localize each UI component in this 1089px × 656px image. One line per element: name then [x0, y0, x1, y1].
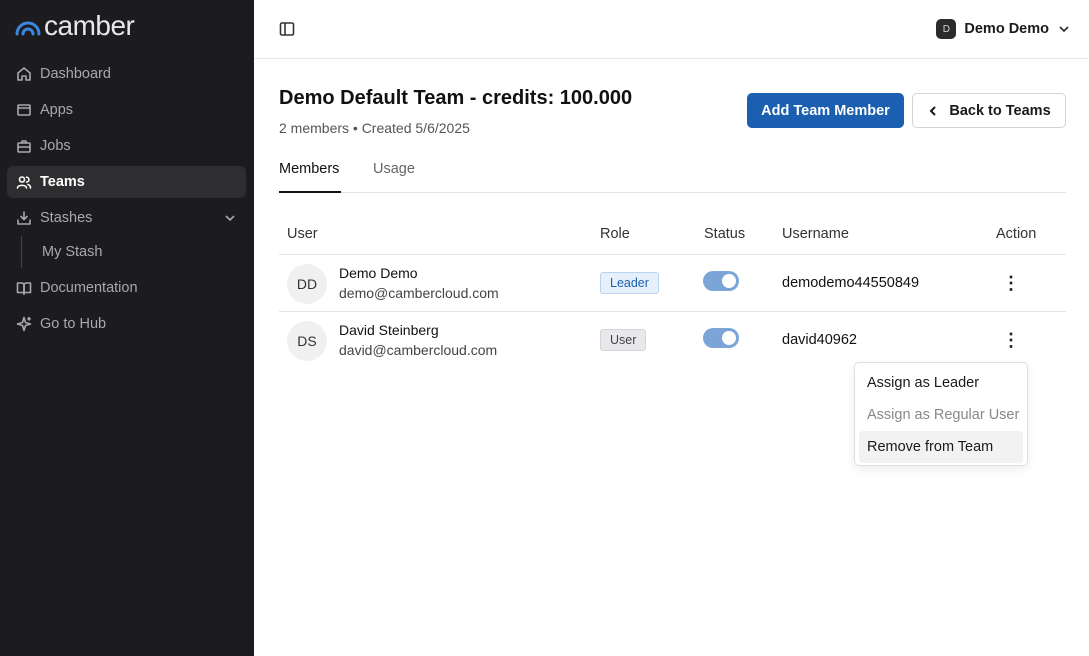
page-title: Demo Default Team - credits: 100.000: [279, 87, 633, 109]
column-header-role[interactable]: Role: [600, 226, 630, 242]
members-table: User Role Status Username Action DD Demo…: [279, 221, 1066, 369]
role-badge: Leader: [600, 272, 659, 294]
chevron-down-icon: [1057, 22, 1071, 36]
sidebar-item-apps[interactable]: Apps: [7, 94, 246, 126]
sidebar-item-label: Apps: [40, 102, 74, 118]
chevron-left-icon: [929, 105, 937, 116]
camber-logo-icon: [15, 21, 41, 36]
more-actions-icon[interactable]: ⋮: [1001, 330, 1021, 350]
sidebar-subitem-my-stash[interactable]: My Stash: [21, 236, 246, 268]
avatar: DD: [287, 264, 327, 304]
action-menu: Assign as Leader Assign as Regular User …: [854, 362, 1028, 466]
tab-bar: Members Usage: [279, 157, 1066, 193]
role-badge: User: [600, 329, 647, 351]
member-username: david40962: [782, 332, 857, 348]
home-icon: [16, 66, 32, 82]
tab-members[interactable]: Members: [279, 161, 341, 193]
tab-usage[interactable]: Usage: [373, 161, 415, 193]
column-header-user[interactable]: User: [287, 226, 318, 242]
sidebar-item-documentation[interactable]: Documentation: [7, 272, 246, 304]
user-name: Demo Demo: [964, 21, 1049, 37]
download-tray-icon: [16, 210, 32, 226]
menu-item-assign-regular-user: Assign as Regular User: [867, 407, 1020, 423]
avatar: DS: [287, 321, 327, 361]
sidebar-item-stashes[interactable]: Stashes: [7, 202, 246, 234]
sidebar-item-label: Teams: [40, 174, 85, 190]
menu-item-remove-from-team[interactable]: Remove from Team: [859, 431, 1023, 463]
column-header-status[interactable]: Status: [704, 226, 745, 242]
column-header-action: Action: [996, 226, 1037, 242]
camber-logo[interactable]: camber: [14, 10, 135, 42]
sidebar-item-go-to-hub[interactable]: Go to Hub: [7, 308, 246, 340]
sidebar-item-teams[interactable]: Teams: [7, 166, 246, 198]
window-icon: [16, 102, 32, 118]
book-icon: [16, 280, 32, 296]
sidebar-subitem-label: My Stash: [42, 244, 103, 260]
sidebar-item-label: Go to Hub: [40, 316, 107, 332]
table-row: DS David Steinberg david@cambercloud.com…: [279, 312, 1066, 369]
member-name: David Steinberg: [339, 322, 439, 338]
sidebar-item-label: Dashboard: [40, 66, 111, 82]
member-name: Demo Demo: [339, 265, 418, 281]
table-row: DD Demo Demo demo@cambercloud.com Leader…: [279, 255, 1066, 312]
sidebar-nav: Dashboard Apps Jobs Teams Stashes My Sta…: [7, 58, 246, 344]
back-to-teams-label: Back to Teams: [949, 102, 1051, 119]
top-bar: D Demo Demo: [254, 0, 1089, 59]
team-subtitle: 2 members • Created 5/6/2025: [279, 120, 470, 136]
sidebar-item-label: Documentation: [40, 280, 138, 296]
table-header: User Role Status Username Action: [279, 221, 1066, 255]
avatar: D: [936, 19, 957, 39]
logo-text: camber: [44, 10, 135, 41]
sidebar-item-label: Jobs: [40, 138, 71, 154]
sidebar-toggle-icon[interactable]: [279, 21, 295, 37]
column-header-username[interactable]: Username: [782, 226, 849, 242]
add-team-member-button[interactable]: Add Team Member: [747, 93, 904, 128]
briefcase-icon: [16, 138, 32, 154]
member-email: david@cambercloud.com: [339, 342, 498, 358]
sparkle-icon: [16, 316, 32, 332]
sidebar-item-label: Stashes: [40, 210, 93, 226]
menu-item-assign-leader[interactable]: Assign as Leader: [859, 367, 1023, 399]
status-toggle[interactable]: [703, 271, 739, 291]
users-icon: [16, 174, 32, 190]
member-username: demodemo44550849: [782, 275, 920, 291]
member-email: demo@cambercloud.com: [339, 285, 499, 301]
status-toggle[interactable]: [703, 328, 739, 348]
user-menu[interactable]: D Demo Demo: [936, 19, 1071, 39]
sidebar-item-dashboard[interactable]: Dashboard: [7, 58, 246, 90]
sidebar: camber Dashboard Apps Jobs Teams Stashes…: [0, 0, 254, 656]
sidebar-item-jobs[interactable]: Jobs: [7, 130, 246, 162]
chevron-down-icon[interactable]: [222, 210, 238, 226]
more-actions-icon[interactable]: ⋮: [1001, 273, 1021, 293]
back-to-teams-button[interactable]: Back to Teams: [912, 93, 1066, 128]
